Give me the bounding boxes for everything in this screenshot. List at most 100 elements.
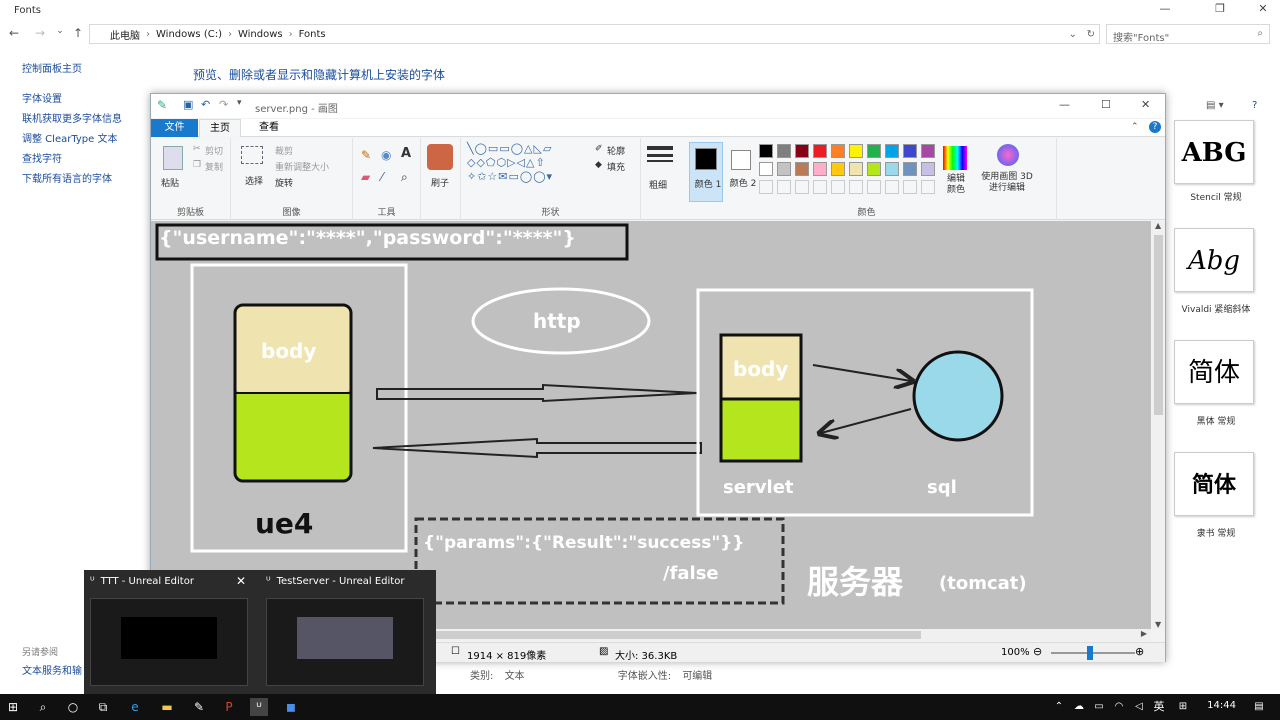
rotate-button[interactable]: 旋转 <box>275 176 293 189</box>
powerpoint-icon[interactable]: P <box>220 698 238 716</box>
outline-icon[interactable]: ✐ <box>595 144 603 154</box>
brush-icon[interactable] <box>427 144 453 170</box>
onedrive-icon[interactable]: ☁ <box>1070 698 1088 716</box>
color-swatch[interactable] <box>759 162 773 176</box>
font-tile-lishu[interactable]: 简体 <box>1174 452 1254 516</box>
fill-icon[interactable]: ◆ <box>595 160 602 170</box>
color-swatch[interactable] <box>849 162 863 176</box>
ime-indicator[interactable]: 英 <box>1150 698 1168 716</box>
save-icon[interactable]: ▣ <box>183 98 193 111</box>
custom-color-swatch[interactable] <box>795 180 809 194</box>
color-swatch[interactable] <box>777 162 791 176</box>
size-line-icon[interactable] <box>647 154 673 157</box>
notifications-icon[interactable]: ▤ <box>1250 698 1268 716</box>
font-tile-vivaldi[interactable]: Abg <box>1174 228 1254 292</box>
nav-download-fonts[interactable]: 下载所有语言的字体 <box>22 170 152 190</box>
color-swatch[interactable] <box>849 144 863 158</box>
file-explorer-icon[interactable]: ▬ <box>158 698 176 716</box>
magnifier-icon[interactable]: ⌕ <box>401 170 408 185</box>
forward-arrow-icon[interactable]: → <box>32 26 48 42</box>
search-icon[interactable]: ⌕ <box>34 698 52 716</box>
breadcrumb-item[interactable]: Windows <box>238 29 283 40</box>
breadcrumb-item[interactable]: Fonts <box>299 29 326 40</box>
breadcrumb-separator-icon[interactable]: › <box>146 29 150 40</box>
nav-get-font-info-online[interactable]: 联机获取更多字体信息 <box>22 110 152 130</box>
zoom-out-icon[interactable]: ⊖ <box>1033 645 1042 658</box>
help-icon[interactable]: ? <box>1149 121 1161 133</box>
text-tool-icon[interactable]: A <box>401 146 411 161</box>
select-icon[interactable] <box>241 146 263 164</box>
nav-font-settings[interactable]: 字体设置 <box>22 90 152 110</box>
color-swatch[interactable] <box>921 144 935 158</box>
custom-color-swatch[interactable] <box>921 180 935 194</box>
size-line-icon[interactable] <box>647 146 673 150</box>
cut-icon[interactable]: ✂ <box>193 144 201 154</box>
zoom-in-icon[interactable]: ⊕ <box>1135 645 1144 658</box>
tab-view[interactable]: 查看 <box>249 119 289 137</box>
scroll-down-icon[interactable]: ▼ <box>1155 620 1161 629</box>
quick-access-dropdown-icon[interactable]: ▾ <box>237 98 242 108</box>
undo-icon[interactable]: ↶ <box>201 98 210 111</box>
task-view-icon[interactable]: ⧉ <box>94 698 112 716</box>
minimize-icon[interactable]: — <box>1059 98 1070 111</box>
breadcrumb-separator-icon[interactable]: › <box>289 29 293 40</box>
size-line-icon[interactable] <box>647 160 673 162</box>
collapse-ribbon-icon[interactable]: ⌃ <box>1131 122 1139 132</box>
color-swatch[interactable] <box>795 162 809 176</box>
color-swatch[interactable] <box>885 144 899 158</box>
clock[interactable]: 14:44 <box>1207 700 1236 711</box>
scroll-thumb[interactable] <box>1154 235 1163 415</box>
zoom-slider[interactable] <box>1051 652 1135 654</box>
paint-icon[interactable]: ✎ <box>190 698 208 716</box>
edit-colors-icon[interactable] <box>943 146 967 170</box>
search-input[interactable]: 搜索"Fonts" ⌕ <box>1106 24 1270 44</box>
color-swatch[interactable] <box>777 144 791 158</box>
crop-button[interactable]: 裁剪 <box>275 144 293 157</box>
paint-canvas[interactable]: {"username":"****","password":"****"} bo… <box>151 221 1151 629</box>
color-swatch[interactable] <box>795 144 809 158</box>
refresh-icon[interactable]: ↻ <box>1087 29 1095 40</box>
custom-color-swatch[interactable] <box>813 180 827 194</box>
nav-adjust-cleartype[interactable]: 调整 ClearType 文本 <box>22 130 152 150</box>
maximize-icon[interactable]: ❐ <box>1205 2 1235 18</box>
size-button[interactable]: 粗细 <box>649 178 667 191</box>
preview-ttt[interactable]: ᵁ TTT - Unreal Editor ✕ <box>84 570 256 694</box>
custom-color-swatch[interactable] <box>903 180 917 194</box>
resize-button[interactable]: 重新调整大小 <box>275 160 329 173</box>
color-swatch[interactable] <box>903 162 917 176</box>
app-icon[interactable]: ◼ <box>282 698 300 716</box>
edit-colors-button[interactable]: 编辑颜色 <box>943 174 969 196</box>
minimize-icon[interactable]: — <box>1150 2 1180 18</box>
scroll-right-icon[interactable]: ▶ <box>1141 629 1147 638</box>
copy-button[interactable]: 复制 <box>205 160 223 173</box>
tray-chevron-icon[interactable]: ⌃ <box>1050 698 1068 716</box>
select-button[interactable]: 选择 <box>245 174 263 187</box>
start-icon[interactable]: ⊞ <box>4 698 22 716</box>
custom-color-swatch[interactable] <box>849 180 863 194</box>
outline-button[interactable]: 轮廓 <box>607 144 625 157</box>
breadcrumb-item[interactable]: Windows (C:) <box>156 29 222 40</box>
paint3d-button[interactable]: 使用画图 3D 进行编辑 <box>979 172 1035 194</box>
color-swatch[interactable] <box>867 162 881 176</box>
paste-icon[interactable] <box>163 146 183 170</box>
color-swatch[interactable] <box>867 144 881 158</box>
color-swatch[interactable] <box>831 144 845 158</box>
redo-icon[interactable]: ↷ <box>219 98 228 111</box>
breadcrumb-item[interactable]: 此电脑 <box>110 27 140 42</box>
close-icon[interactable]: ✕ <box>236 574 246 588</box>
color-swatch[interactable] <box>759 144 773 158</box>
help-icon[interactable]: ? <box>1252 100 1257 111</box>
color-swatch[interactable] <box>813 162 827 176</box>
edge-icon[interactable]: e <box>126 698 144 716</box>
custom-color-swatch[interactable] <box>831 180 845 194</box>
breadcrumb-separator-icon[interactable]: › <box>228 29 232 40</box>
color-swatch[interactable] <box>885 162 899 176</box>
fill-button[interactable]: 填充 <box>607 160 625 173</box>
font-tile-stencil[interactable]: ABG <box>1174 120 1254 184</box>
ime-mode-icon[interactable]: ⊞ <box>1174 698 1192 716</box>
brushes-button[interactable]: 刷子 <box>431 176 449 189</box>
back-arrow-icon[interactable]: ← <box>6 26 22 42</box>
view-options-icon[interactable]: ▤ ▾ <box>1206 100 1224 111</box>
volume-icon[interactable]: ◁ <box>1130 698 1148 716</box>
vertical-scrollbar[interactable]: ▲ ▼ <box>1152 221 1165 629</box>
